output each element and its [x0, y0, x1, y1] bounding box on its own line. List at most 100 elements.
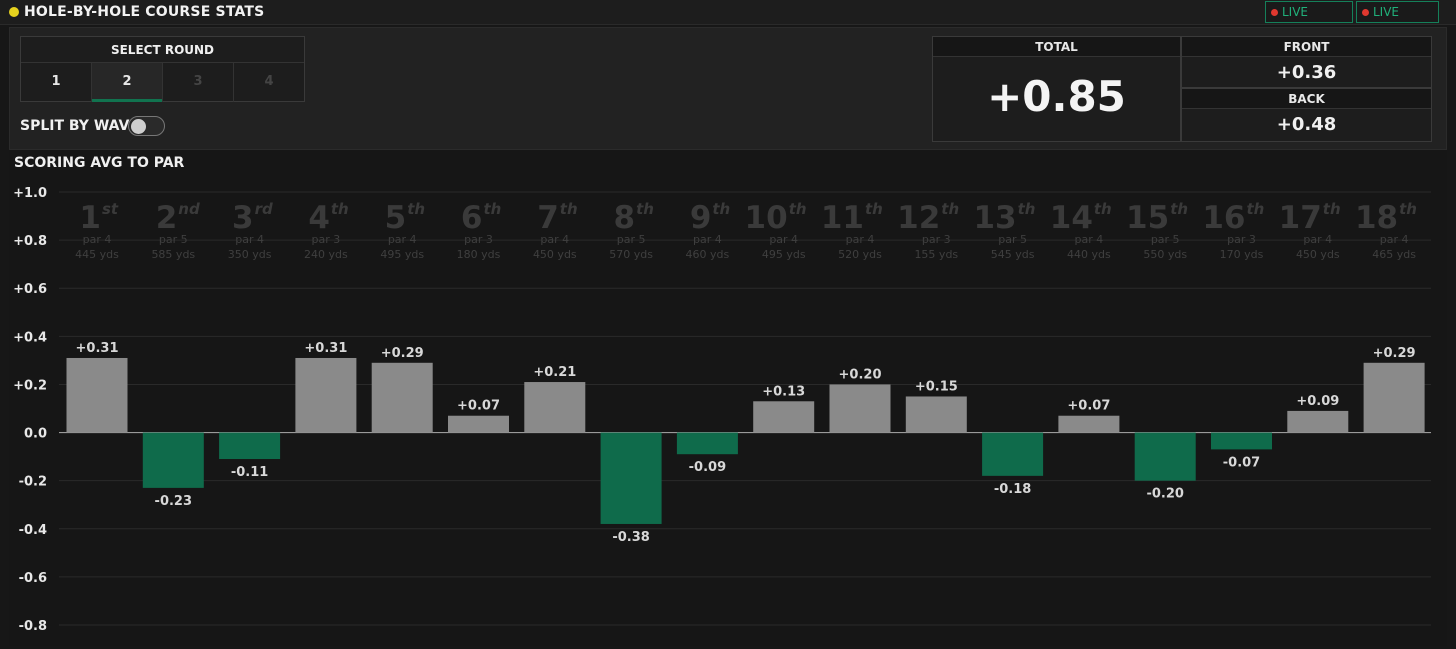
hole-header-6: 6 th par 3 180 yds: [457, 200, 502, 261]
hole-yards: 350 yds: [228, 248, 272, 261]
bar-hole-4: [295, 357, 357, 433]
hole-yards: 460 yds: [686, 248, 730, 261]
hole-par: par 4: [83, 233, 112, 246]
hole-number: 16: [1202, 200, 1245, 236]
bar-value-label: +0.21: [533, 365, 576, 380]
bar-value-label: -0.11: [231, 465, 268, 480]
hole-yards: 585 yds: [151, 248, 195, 261]
bar-value-label: +0.07: [457, 399, 500, 414]
bar-hole-9: [676, 432, 738, 455]
bar-hole-3: [219, 432, 281, 460]
bar-value-label: +0.31: [76, 341, 119, 356]
hole-header-3: 3 rd par 4 350 yds: [228, 200, 273, 261]
hole-par: par 4: [769, 233, 798, 246]
y-tick-label: 0.0: [24, 427, 47, 442]
hole-suffix: th: [407, 200, 425, 218]
hole-yards: 495 yds: [762, 248, 806, 261]
hole-number: 17: [1279, 200, 1322, 236]
y-tick-label: +0.4: [13, 330, 47, 345]
hole-number: 5: [385, 200, 407, 236]
y-tick-label: -0.2: [19, 475, 47, 490]
hole-par: par 4: [846, 233, 875, 246]
hole-header-13: 13 th par 5 545 yds: [973, 200, 1035, 261]
hole-par: par 4: [1380, 233, 1409, 246]
y-tick-label: +0.2: [13, 378, 47, 393]
hole-suffix: th: [1323, 200, 1341, 218]
bar-value-label: -0.09: [689, 460, 726, 475]
hole-header-7: 7 th par 4 450 yds: [533, 200, 578, 261]
hole-header-17: 17 th par 4 450 yds: [1279, 200, 1341, 261]
hole-number: 8: [614, 200, 636, 236]
hole-number: 3: [232, 200, 254, 236]
bar-value-label: +0.29: [381, 346, 424, 361]
hole-suffix: th: [331, 200, 349, 218]
hole-header-1: 1 st par 4 445 yds: [75, 200, 119, 261]
bar-value-label: -0.23: [155, 494, 192, 509]
hole-yards: 520 yds: [838, 248, 882, 261]
hole-yards: 155 yds: [914, 248, 958, 261]
hole-yards: 445 yds: [75, 248, 119, 261]
bar-hole-11: [829, 384, 891, 433]
bar-value-label: +0.15: [915, 379, 958, 394]
bar-hole-15: [1134, 432, 1196, 481]
bar-hole-1: [66, 357, 128, 433]
hole-yards: 550 yds: [1143, 248, 1187, 261]
bar-hole-17: [1287, 410, 1349, 433]
hole-yards: 440 yds: [1067, 248, 1111, 261]
hole-suffix: st: [102, 200, 119, 218]
hole-suffix: th: [484, 200, 502, 218]
hole-suffix: th: [636, 200, 654, 218]
bar-hole-6: [448, 415, 509, 433]
hole-par: par 3: [1227, 233, 1256, 246]
scoring-chart: +1.0 +0.8 +0.6 +0.4 +0.2 0.0 -0.2 -0.4 -0.6 -0.8 1…: [13, 186, 1431, 634]
hole-suffix: th: [1094, 200, 1112, 218]
y-tick-label: +0.6: [13, 282, 47, 297]
bar-hole-5: [371, 362, 433, 433]
hole-header-12: 12 th par 3 155 yds: [897, 200, 959, 261]
hole-suffix: th: [712, 200, 730, 218]
hole-number: 1: [79, 200, 101, 236]
hole-yards: 180 yds: [457, 248, 501, 261]
hole-suffix: th: [1399, 200, 1417, 218]
hole-number: 14: [1050, 200, 1093, 236]
bar-hole-12: [905, 396, 967, 433]
bar-value-label: +0.29: [1373, 346, 1416, 361]
bar-hole-18: [1363, 362, 1425, 433]
y-tick-label: -0.6: [19, 571, 47, 586]
bar-hole-14: [1058, 415, 1120, 433]
bar-value-label: -0.18: [994, 482, 1031, 497]
hole-par: par 4: [388, 233, 417, 246]
hole-header-18: 18 th par 4 465 yds: [1355, 200, 1417, 261]
bar-value-label: -0.07: [1223, 455, 1260, 470]
hole-number: 7: [537, 200, 559, 236]
hole-suffix: th: [941, 200, 959, 218]
hole-suffix: th: [865, 200, 883, 218]
hole-number: 18: [1355, 200, 1398, 236]
hole-header-11: 11 th par 4 520 yds: [821, 200, 883, 261]
hole-par: par 3: [312, 233, 341, 246]
hole-suffix: th: [1170, 200, 1188, 218]
hole-yards: 465 yds: [1372, 248, 1416, 261]
course-stats-widget: HOLE-BY-HOLE COURSE STATS LIVE STATS LIV…: [0, 0, 1456, 649]
hole-suffix: th: [1018, 200, 1036, 218]
hole-par: par 4: [1075, 233, 1104, 246]
hole-par: par 5: [998, 233, 1027, 246]
hole-header-5: 5 th par 4 495 yds: [380, 200, 425, 261]
bar-hole-10: [753, 401, 815, 433]
bar-value-label: -0.20: [1146, 487, 1183, 502]
hole-par: par 5: [617, 233, 646, 246]
bar-hole-2: [142, 432, 204, 488]
hole-par: par 4: [693, 233, 722, 246]
bar-value-label: +0.31: [304, 341, 347, 356]
hole-yards: 170 yds: [1220, 248, 1264, 261]
hole-number: 10: [745, 200, 788, 236]
hole-header-10: 10 th par 4 495 yds: [745, 200, 807, 261]
hole-header-4: 4 th par 3 240 yds: [304, 200, 349, 261]
bar-hole-8: [600, 432, 662, 524]
hole-par: par 5: [1151, 233, 1180, 246]
hole-yards: 570 yds: [609, 248, 653, 261]
hole-par: par 4: [540, 233, 569, 246]
bar-value-label: -0.38: [612, 530, 649, 545]
hole-yards: 240 yds: [304, 248, 348, 261]
bar-value-label: +0.09: [1296, 394, 1339, 409]
